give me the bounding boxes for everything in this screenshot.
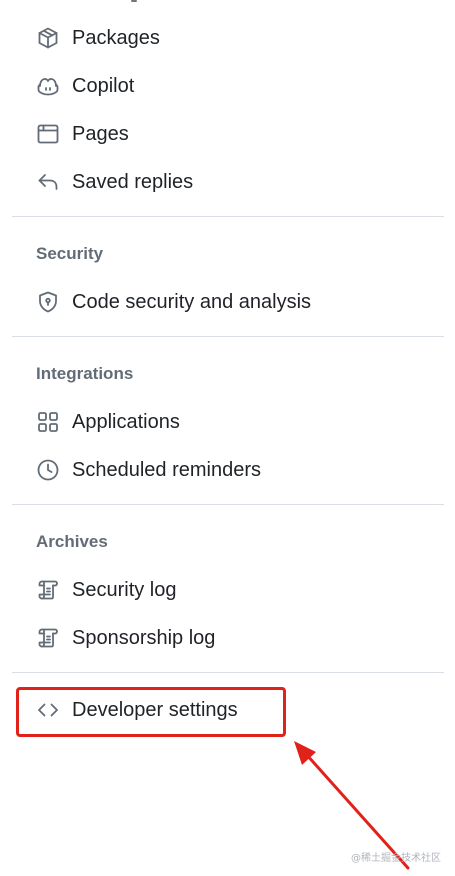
annotation-highlight-box (16, 687, 286, 737)
section-title-integrations: Integrations (36, 364, 134, 383)
section-divider (12, 216, 444, 217)
watermark: @稀土掘金技术社区 (351, 853, 441, 864)
log-icon (35, 625, 61, 651)
sidebar-item-code-security[interactable]: Code security and analysis (24, 282, 434, 322)
sidebar-item-scheduled-reminders[interactable]: Scheduled reminders (24, 450, 434, 490)
section-title-archives: Archives (36, 532, 108, 551)
sidebar-item-applications[interactable]: Applications (24, 402, 434, 442)
clock-icon (35, 457, 61, 483)
sidebar-item-saved-replies[interactable]: Saved replies (24, 162, 434, 202)
sidebar-item-label: Saved replies (72, 171, 194, 193)
sidebar-item-label: Scheduled reminders (72, 459, 261, 481)
scroll-remnant (131, 0, 137, 2)
sidebar-item-pages[interactable]: Pages (24, 114, 434, 154)
sidebar-item-label: Pages (72, 123, 129, 145)
sidebar-item-label: Applications (72, 411, 180, 433)
sidebar-item-label: Code security and analysis (72, 291, 312, 313)
package-icon (35, 25, 61, 51)
apps-icon (35, 409, 61, 435)
section-divider (12, 672, 444, 673)
sidebar-item-sponsorship-log[interactable]: Sponsorship log (24, 618, 434, 658)
browser-icon (35, 121, 61, 147)
sidebar-item-label: Packages (72, 27, 160, 49)
sidebar-item-packages[interactable]: Packages (24, 18, 434, 58)
shield-lock-icon (35, 289, 61, 315)
sidebar-item-copilot[interactable]: Copilot (24, 66, 434, 106)
copilot-icon (35, 73, 61, 99)
sidebar-item-label: Sponsorship log (72, 627, 216, 649)
section-divider (12, 336, 444, 337)
section-divider (12, 504, 444, 505)
section-title-security: Security (36, 244, 104, 263)
log-icon (35, 577, 61, 603)
sidebar-item-security-log[interactable]: Security log (24, 570, 434, 610)
sidebar-item-label: Security log (72, 579, 177, 601)
reply-icon (35, 169, 61, 195)
sidebar-item-label: Copilot (72, 75, 135, 97)
